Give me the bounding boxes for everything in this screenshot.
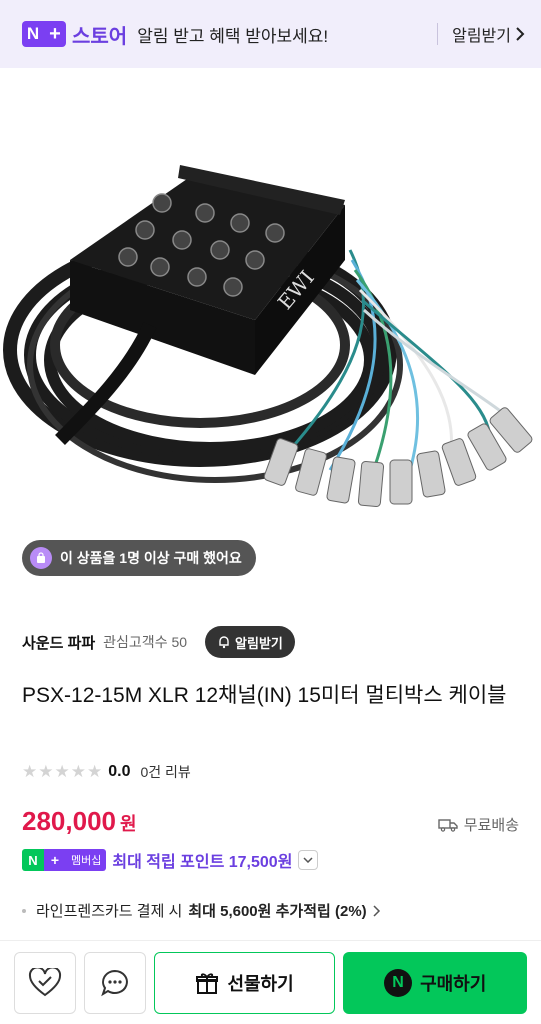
gift-icon <box>196 972 219 994</box>
notification-banner[interactable]: N + 스토어 알림 받고 혜택 받아보세요! 알림받기 <box>0 0 541 68</box>
naver-plus-badge: N + <box>22 21 66 47</box>
star-icon: ★ <box>38 762 54 781</box>
banner-alarm-link[interactable]: 알림받기 <box>452 22 525 46</box>
card-benefit-row[interactable]: 라인프렌즈카드 결제 시 최대 5,600원 추가적립 (2%) <box>22 900 381 921</box>
buyer-count-badge: 이 상품을 1명 이상 구매 했어요 <box>22 540 256 576</box>
shipping-info: 무료배송 <box>438 814 519 835</box>
naver-n-mark: N <box>22 849 44 871</box>
star-icon: ★ <box>54 762 70 781</box>
banner-message: 알림 받고 혜택 받아보세요! <box>137 26 329 46</box>
plus-mark: + <box>44 21 66 47</box>
bullet-dot <box>22 908 26 913</box>
card-benefit-prefix: 라인프렌즈카드 결제 시 <box>36 903 183 920</box>
interest-count: 관심고객수 50 <box>103 634 188 650</box>
product-image[interactable]: EWI <box>0 110 541 530</box>
star-icon: ★ <box>70 762 86 781</box>
card-benefit-amount: 최대 5,600원 추가적립 (2%) <box>188 903 367 920</box>
star-icon: ★ <box>87 762 103 781</box>
rating-value: 0.0 <box>108 763 131 780</box>
naver-plus-membership-badge: N + 멤버십 <box>22 849 107 871</box>
bell-plus-icon <box>219 636 229 649</box>
buy-button[interactable]: N 구매하기 <box>343 951 527 1014</box>
product-title: PSX-12-15M XLR 12채널(IN) 15미터 멀티박스 케이블 <box>22 684 507 707</box>
xlr-plugs <box>263 407 533 508</box>
seller-alarm-label: 알림받기 <box>235 635 283 651</box>
shopping-bag-icon <box>30 547 52 569</box>
seller-row: 사운드 파파 관심고객수 50 알림받기 <box>22 626 295 658</box>
buyer-count-text: 이 상품을 1명 이상 구매 했어요 <box>60 550 242 566</box>
price-value: 280,000 <box>22 806 116 836</box>
banner-divider <box>437 23 439 45</box>
star-icon: ★ <box>22 762 38 781</box>
seller-alarm-button[interactable]: 알림받기 <box>205 626 295 658</box>
rating-stars: ★ ★ ★ ★ ★ <box>22 762 102 782</box>
shipping-label: 무료배송 <box>463 817 519 834</box>
membership-points-row[interactable]: N + 멤버십 최대 적립 포인트 17,500원 <box>22 848 319 872</box>
wishlist-button[interactable] <box>14 951 76 1014</box>
gift-label: 선물하기 <box>227 973 294 994</box>
naver-n-mark: N <box>22 21 44 47</box>
chevron-right-icon <box>516 27 525 41</box>
banner-alarm-label: 알림받기 <box>452 28 511 45</box>
chevron-right-icon <box>373 904 380 917</box>
membership-label: 멤버십 <box>66 849 107 871</box>
chat-bubble-icon <box>101 969 128 996</box>
seller-name[interactable]: 사운드 파파 <box>22 632 95 653</box>
review-count: 0건 리뷰 <box>140 764 191 780</box>
stage-box: EWI <box>70 165 345 375</box>
buy-label: 구매하기 <box>420 973 487 994</box>
truck-icon <box>438 818 458 832</box>
rating-row[interactable]: ★ ★ ★ ★ ★ 0.0 0건 리뷰 <box>22 762 191 782</box>
naver-pay-n-icon: N <box>384 968 413 997</box>
heart-check-icon <box>28 967 61 996</box>
naver-plus-store-logo: N + 스토어 <box>22 20 137 49</box>
chevron-down-icon[interactable] <box>298 850 319 870</box>
max-points-text: 최대 적립 포인트 17,500원 <box>112 854 293 871</box>
price-row: 280,000 원 <box>22 806 137 837</box>
plus-mark: + <box>44 849 66 871</box>
talk-talk-button[interactable] <box>83 951 146 1014</box>
gift-button[interactable]: 선물하기 <box>153 951 336 1014</box>
price-currency: 원 <box>119 814 137 834</box>
bottom-action-bar: 선물하기 N 구매하기 <box>0 940 541 1024</box>
store-label: 스토어 <box>72 25 128 48</box>
